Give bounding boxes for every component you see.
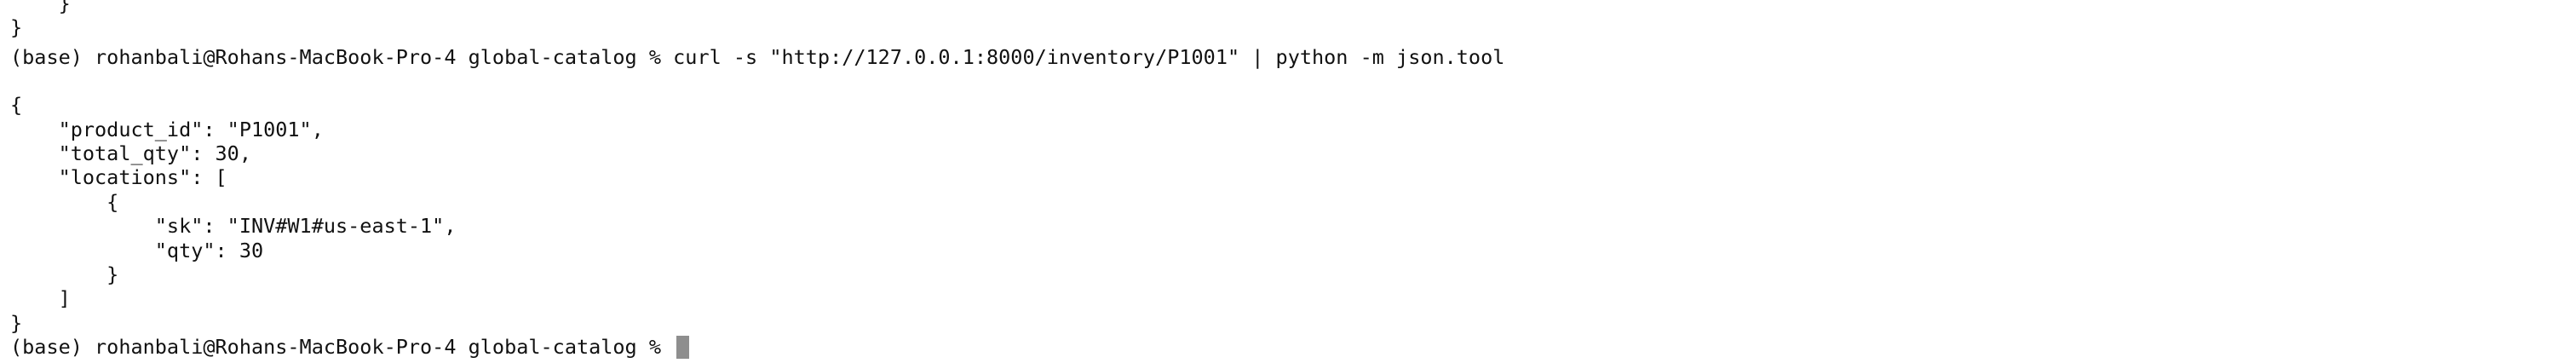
- prompt-line[interactable]: (base) rohanbali@Rohans-MacBook-Pro-4 gl…: [10, 335, 690, 359]
- output-line: {: [10, 190, 119, 214]
- output-line: }: [10, 262, 119, 286]
- output-line: "sk": "INV#W1#us-east-1",: [10, 214, 457, 238]
- output-line: ]: [10, 286, 71, 310]
- shell-prompt: (base) rohanbali@Rohans-MacBook-Pro-4 gl…: [10, 335, 674, 359]
- output-line: "qty": 30: [10, 239, 264, 262]
- output-line: }: [10, 311, 23, 335]
- output-line: "locations": [: [10, 165, 227, 189]
- output-line: }: [10, 0, 71, 15]
- output-line: }: [10, 15, 23, 39]
- terminal-window[interactable]: } } (base) rohanbali@Rohans-MacBook-Pro-…: [0, 0, 2576, 363]
- text-cursor: [676, 336, 690, 359]
- output-line: "total_qty": 30,: [10, 141, 251, 165]
- output-line: "product_id": "P1001",: [10, 118, 324, 141]
- output-line: {: [10, 93, 23, 117]
- command-line: (base) rohanbali@Rohans-MacBook-Pro-4 gl…: [10, 45, 1505, 69]
